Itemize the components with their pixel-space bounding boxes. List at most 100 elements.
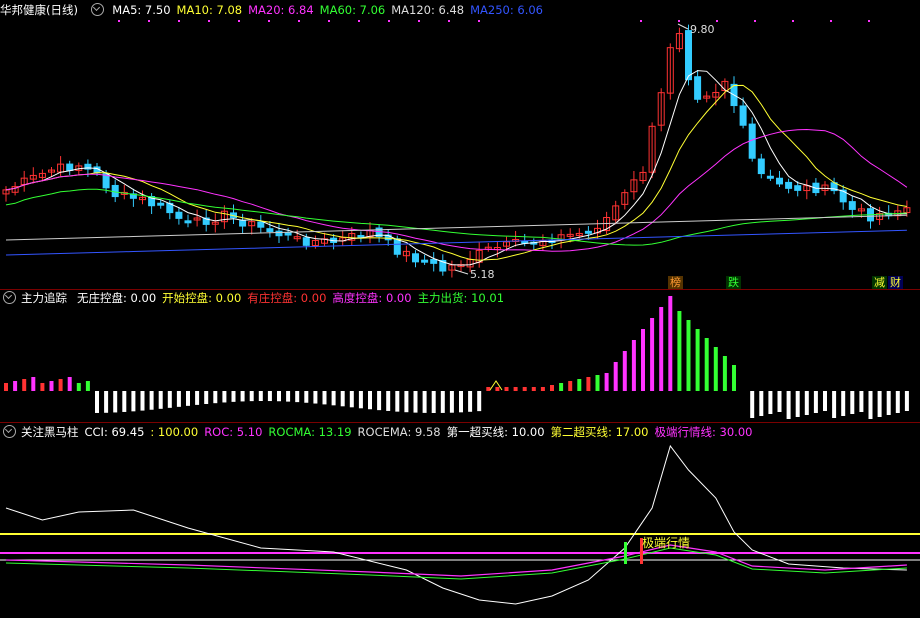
candle-body [739, 105, 747, 126]
zl-bar [804, 391, 809, 415]
candle-body [785, 181, 793, 189]
zl-bar [295, 391, 300, 403]
zl-bar [4, 383, 8, 391]
zl-bar [823, 391, 827, 411]
zl-bar [695, 329, 700, 391]
zl-bar [449, 391, 454, 413]
marker-dot [830, 20, 832, 22]
event-flag[interactable]: 减 [872, 276, 887, 289]
candle-body [266, 228, 274, 233]
zl-bar [322, 391, 327, 405]
zl-bar [732, 365, 736, 391]
zl-bar [886, 391, 891, 415]
marker-dot [148, 20, 150, 22]
zl-bar [422, 391, 427, 413]
candle-body [685, 30, 692, 81]
high-price-label: 9.80 [690, 23, 715, 36]
zl-bar [258, 391, 263, 402]
zl-bar [722, 356, 727, 391]
zl-bar [468, 391, 473, 412]
zl-bar [586, 377, 591, 391]
marker-dot [418, 20, 420, 22]
zl-bar [486, 387, 491, 391]
zl-bar [868, 391, 873, 419]
zl-bar [777, 391, 782, 412]
zl-bar [167, 391, 172, 408]
zl-bar [76, 383, 81, 391]
zl-bar [477, 391, 482, 412]
zl-bar [786, 391, 791, 419]
marker-dot [478, 20, 480, 22]
zl-bar [459, 391, 463, 413]
zl-bar [613, 362, 618, 391]
candle-body [284, 232, 292, 236]
marker-dot [208, 20, 210, 22]
event-flag[interactable]: 榜 [668, 276, 683, 289]
zl-bar [759, 391, 764, 416]
zl-bar [277, 391, 281, 402]
candle-body [421, 259, 429, 263]
zl-bar [795, 391, 800, 417]
zl-bar [704, 338, 709, 391]
zl-bar [377, 391, 382, 411]
zl-bar [158, 391, 163, 409]
chart-canvas[interactable]: 9.80 5.18 极端行情 [0, 0, 920, 618]
zl-bar [204, 391, 209, 404]
zl-bar [895, 391, 900, 413]
zl-bar [686, 320, 691, 391]
zl-bar [67, 377, 72, 391]
zl-bar [358, 391, 363, 409]
zl-bar [641, 329, 645, 391]
zl-bar [313, 391, 318, 404]
marker-dot [118, 20, 120, 22]
zl-bar [668, 296, 673, 391]
zl-bar [850, 391, 855, 414]
zl-bar [349, 391, 354, 408]
zl-bar [504, 387, 509, 391]
extreme-annotation: 极端行情 [642, 536, 690, 550]
zl-bar [149, 391, 154, 410]
candle-body [412, 253, 419, 263]
zl-bar [240, 391, 245, 402]
event-flag[interactable]: 跌 [726, 276, 741, 289]
candle-body [694, 76, 702, 100]
zl-bar [440, 391, 445, 413]
zl-bar [659, 307, 664, 391]
zl-bar [513, 387, 518, 391]
zl-bar [750, 391, 755, 418]
zl-bar [49, 381, 54, 391]
marker-dot [716, 20, 718, 22]
zl-bar [859, 391, 864, 412]
zl-bar [40, 383, 45, 391]
zl-bar [404, 391, 409, 413]
marker-dot [678, 20, 680, 22]
zl-bar [395, 391, 400, 412]
event-flag[interactable]: 财 [888, 276, 903, 289]
marker-dot [388, 20, 390, 22]
zl-bar [304, 391, 309, 403]
zl-bar [195, 391, 200, 405]
candle-body [275, 230, 283, 237]
candle-body [257, 221, 265, 228]
zl-bar [31, 377, 36, 391]
candle-body [111, 184, 119, 198]
ma120-line [5, 214, 907, 241]
zl-bar [595, 375, 600, 391]
zl-bar [631, 340, 636, 391]
zl-bar [131, 391, 136, 412]
zl-bar [368, 391, 372, 410]
signal-bar [624, 542, 627, 564]
candle-body [302, 237, 310, 246]
zl-bar [13, 381, 18, 391]
low-price-label: 5.18 [470, 268, 495, 281]
marker-dot [448, 20, 450, 22]
zl-bar [95, 391, 99, 413]
zl-bar [104, 391, 109, 413]
candle-body [393, 238, 401, 255]
marker-dot [868, 20, 870, 22]
marker-dot [792, 20, 794, 22]
zl-bar [904, 391, 909, 411]
candle-body [584, 230, 592, 234]
zl-bar [113, 391, 118, 413]
zl-bar [231, 391, 236, 402]
